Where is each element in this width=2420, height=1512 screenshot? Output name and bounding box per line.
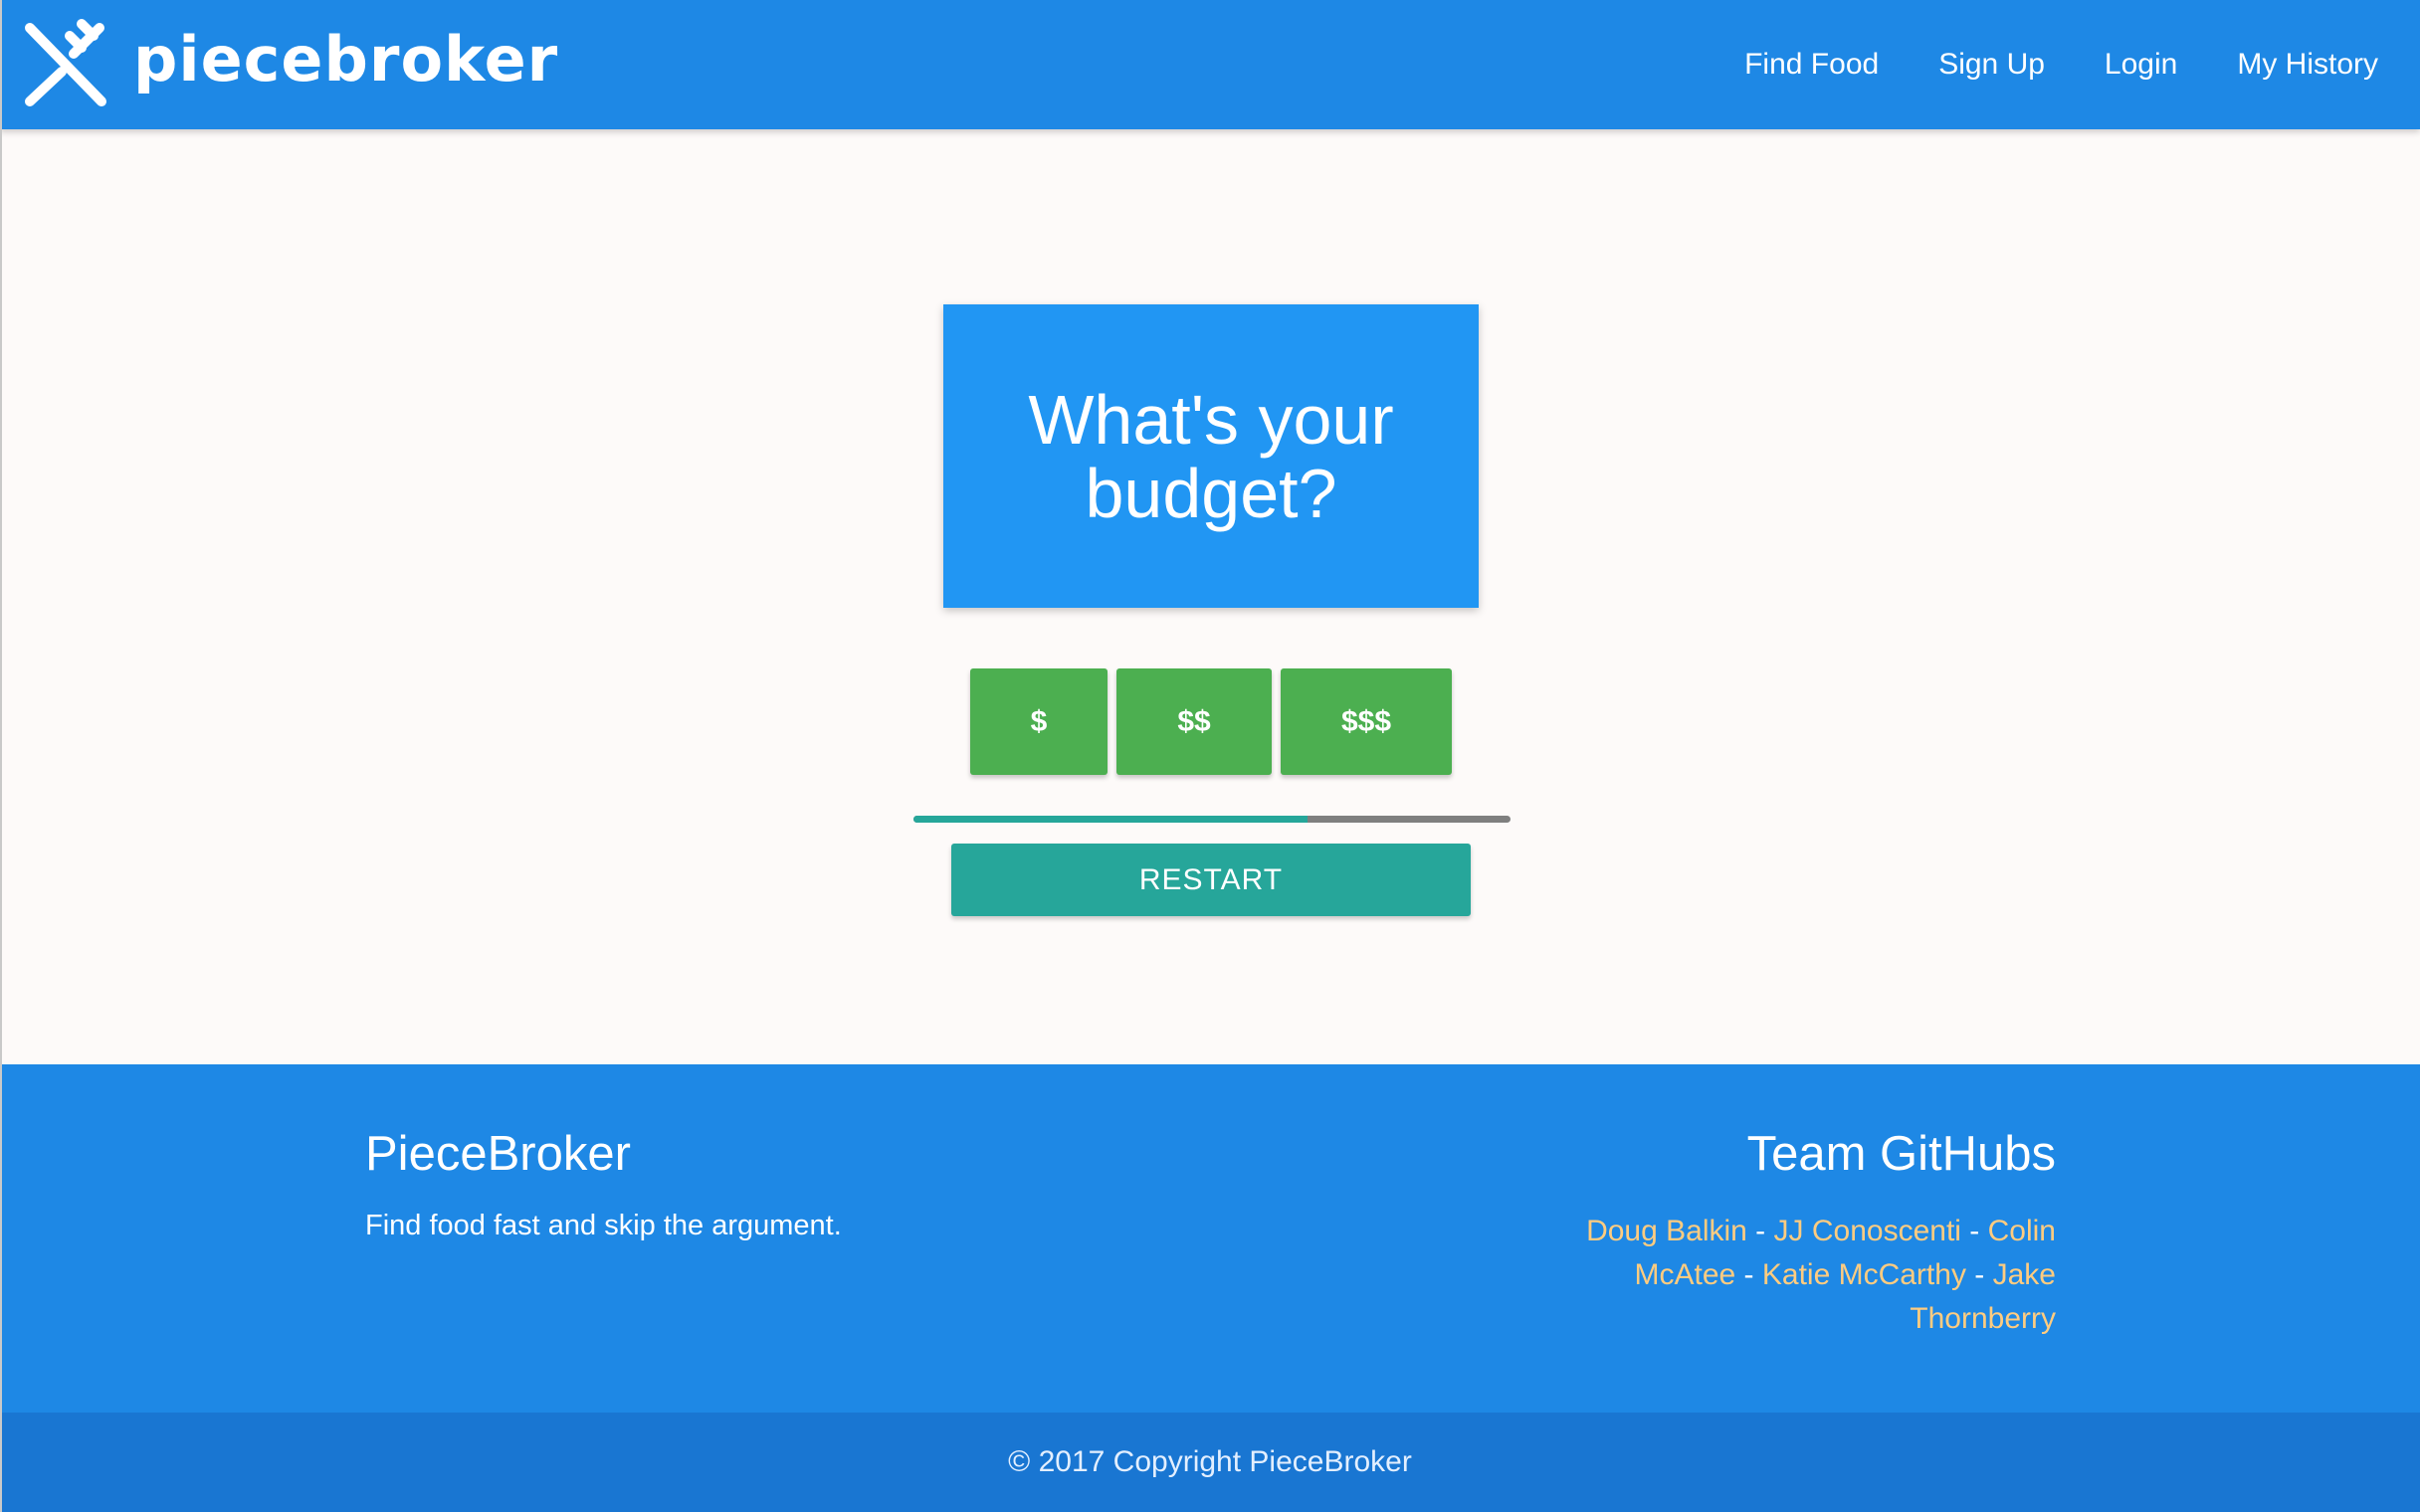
nav-login[interactable]: Login xyxy=(2075,0,2207,129)
separator: - xyxy=(1735,1258,1762,1291)
budget-option-medium[interactable]: $$ xyxy=(1116,668,1272,775)
main-content: What's your budget? $ $$ $$$ RESTART xyxy=(0,129,2420,1064)
quiz-progress-fill xyxy=(913,816,1308,823)
restart-button[interactable]: RESTART xyxy=(951,844,1471,916)
brand-name: piecebroker xyxy=(133,22,559,95)
nav-sign-up[interactable]: Sign Up xyxy=(1909,0,2075,129)
team-link-katie-mccarthy[interactable]: Katie McCarthy xyxy=(1762,1258,1966,1291)
question-text: What's your budget? xyxy=(1028,380,1394,532)
window-edge xyxy=(0,0,2,1512)
footer: PieceBroker Find food fast and skip the … xyxy=(0,1064,2420,1413)
budget-option-low[interactable]: $ xyxy=(970,668,1108,775)
footer-team: Team GitHubs Doug Balkin - JJ Conoscenti… xyxy=(1499,1126,2056,1341)
team-links: Doug Balkin - JJ Conoscenti - Colin McAt… xyxy=(1499,1210,2056,1341)
nav-my-history[interactable]: My History xyxy=(2207,0,2408,129)
budget-option-high[interactable]: $$$ xyxy=(1281,668,1452,775)
footer-tagline: Find food fast and skip the argument. xyxy=(365,1210,842,1241)
nav-links: Find Food Sign Up Login My History xyxy=(1714,0,2420,129)
footer-title: PieceBroker xyxy=(365,1127,631,1181)
budget-options: $ $$ $$$ xyxy=(970,668,1452,775)
separator: - xyxy=(1960,1215,1988,1247)
team-link-jj-conoscenti[interactable]: JJ Conoscenti xyxy=(1774,1215,1961,1247)
quiz-progress-bar xyxy=(913,816,1511,823)
team-link-doug-balkin[interactable]: Doug Balkin xyxy=(1586,1215,1747,1247)
nav-find-food[interactable]: Find Food xyxy=(1714,0,1909,129)
top-navbar: piecebroker Find Food Sign Up Login My H… xyxy=(0,0,2420,129)
separator: - xyxy=(1965,1258,1993,1291)
question-card: What's your budget? xyxy=(943,304,1479,608)
brand-logo-link[interactable]: piecebroker xyxy=(20,16,558,111)
team-title: Team GitHubs xyxy=(1746,1127,2056,1181)
copyright-bar: © 2017 Copyright PieceBroker xyxy=(0,1413,2420,1512)
separator: - xyxy=(1746,1215,1774,1247)
footer-about: PieceBroker Find food fast and skip the … xyxy=(365,1126,1062,1242)
copyright-text: © 2017 Copyright PieceBroker xyxy=(1008,1445,1412,1478)
fork-knife-icon xyxy=(20,16,111,111)
